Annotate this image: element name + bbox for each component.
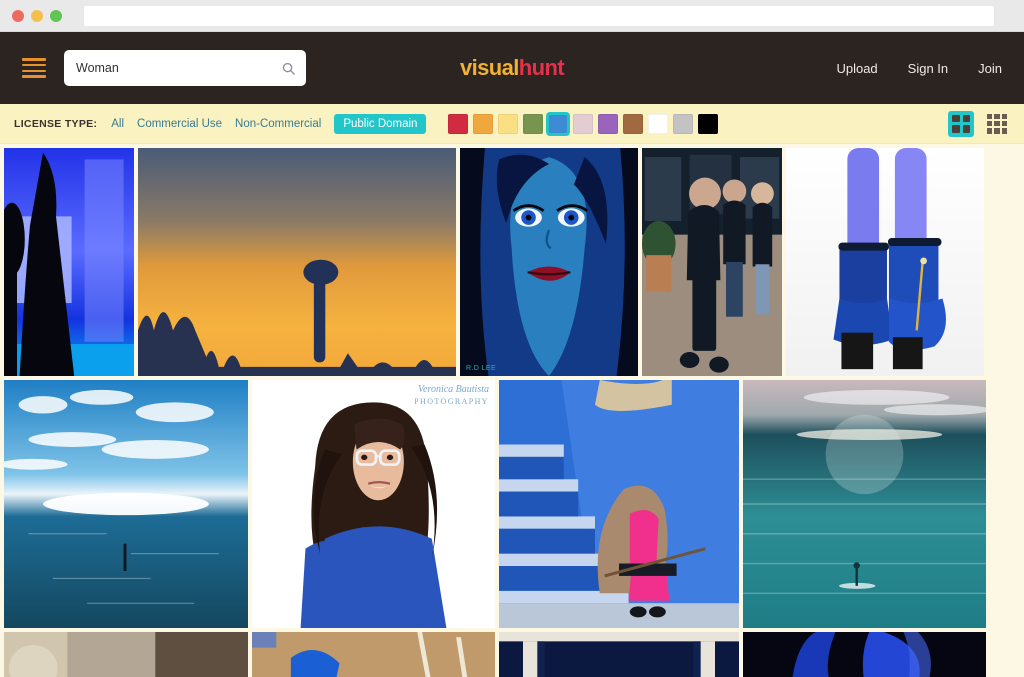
photo-results-grid: R.D LEE Veronica Bautista PHOTOGRAPHY [0, 144, 1024, 677]
color-swatch-pink[interactable] [573, 113, 594, 134]
license-option-public-domain[interactable]: Public Domain [334, 113, 427, 134]
nav-join-link[interactable]: Join [978, 61, 1002, 76]
photo-blue-painted-portrait[interactable]: R.D LEE [460, 148, 638, 376]
color-swatch-brown[interactable] [623, 113, 644, 134]
photo-blue-boots-tights[interactable] [786, 148, 984, 376]
browser-chrome [0, 0, 1024, 32]
license-option-commercial[interactable]: Commercial Use [137, 118, 222, 130]
photo-row: R.D LEE [0, 148, 1024, 376]
search-box[interactable] [64, 50, 306, 86]
search-icon[interactable] [281, 61, 296, 76]
hamburger-menu-icon[interactable] [22, 58, 46, 78]
photo-blue-fabric-dark[interactable] [743, 632, 986, 677]
photo-blurred-woman-wall[interactable] [4, 632, 248, 677]
color-swatch-red[interactable] [448, 113, 469, 134]
color-swatch-gray[interactable] [673, 113, 694, 134]
license-filter-bar: LICENSE TYPE: All Commercial Use Non-Com… [0, 104, 1024, 144]
logo-text-hunt: hunt [518, 55, 565, 80]
photo-signature: R.D LEE [466, 365, 497, 372]
site-header: visualhunt Upload Sign In Join [0, 32, 1024, 104]
photo-sea-horizon-sunlight[interactable] [4, 380, 248, 628]
minimize-window-button[interactable] [31, 9, 43, 22]
license-type-label: LICENSE TYPE: [14, 117, 98, 130]
window-traffic-lights [12, 9, 62, 22]
search-input[interactable] [76, 61, 281, 75]
close-window-button[interactable] [12, 9, 24, 22]
license-option-all[interactable]: All [111, 118, 124, 130]
license-option-non-commercial[interactable]: Non-Commercial [235, 118, 321, 130]
header-nav: Upload Sign In Join [836, 61, 1002, 76]
photo-window-night-blue[interactable] [499, 632, 739, 677]
browser-url-bar[interactable] [84, 5, 994, 26]
photo-woman-glasses-blue-shirt[interactable]: Veronica Bautista PHOTOGRAPHY [252, 380, 495, 628]
nav-sign-in-link[interactable]: Sign In [908, 61, 948, 76]
color-swatch-black[interactable] [698, 113, 719, 134]
photo-street-people-walking[interactable] [642, 148, 782, 376]
maximize-window-button[interactable] [50, 9, 62, 22]
logo-text-visual: visual [459, 55, 519, 80]
photo-paddleboarder-teal-ocean[interactable] [743, 380, 986, 628]
photo-watermark: Veronica Bautista PHOTOGRAPHY [414, 384, 489, 406]
grid-3x3-icon[interactable] [984, 111, 1010, 137]
nav-upload-link[interactable]: Upload [836, 61, 877, 76]
site-logo[interactable]: visualhunt [459, 55, 565, 81]
photo-row [0, 632, 1024, 677]
color-swatch-yellow[interactable] [498, 113, 519, 134]
photo-woman-silhouette-blue-window[interactable] [4, 148, 134, 376]
color-swatch-orange[interactable] [473, 113, 494, 134]
color-swatch-purple[interactable] [598, 113, 619, 134]
grid-2x2-icon[interactable] [948, 110, 974, 137]
color-swatch-list [448, 111, 719, 136]
photo-blue-dress-sand-wall[interactable] [252, 632, 495, 677]
color-swatch-blue[interactable] [546, 111, 571, 136]
color-swatch-white[interactable] [648, 113, 669, 134]
color-swatch-green[interactable] [523, 113, 544, 134]
license-options: All Commercial Use Non-Commercial Public… [111, 113, 427, 134]
photo-woman-umbrella-sunset[interactable] [138, 148, 456, 376]
photo-blue-stairs-woman-chefchaouen[interactable] [499, 380, 739, 628]
photo-row: Veronica Bautista PHOTOGRAPHY [0, 380, 1024, 628]
view-mode-toggles [948, 110, 1010, 137]
